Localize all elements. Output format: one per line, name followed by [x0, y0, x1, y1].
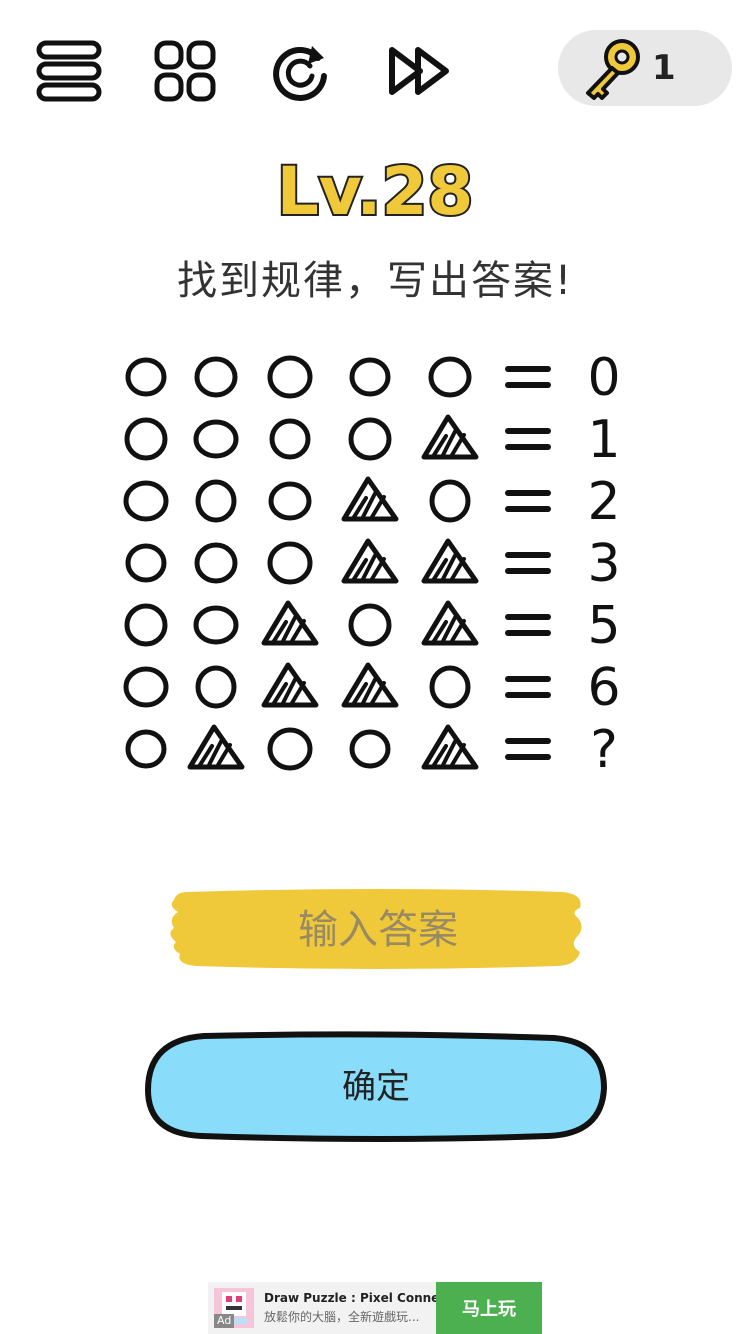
triangle-symbol: [341, 476, 399, 522]
circle-symbol: [429, 479, 471, 523]
equals-sign: [505, 428, 551, 450]
row-result: 3: [587, 534, 620, 594]
circle-symbol: [349, 729, 391, 769]
key-icon: [586, 39, 640, 100]
level-label: Lv.28: [277, 153, 474, 230]
fast-forward-icon: [389, 47, 449, 95]
confirm-button[interactable]: 确定: [144, 1030, 608, 1144]
circle-symbol: [123, 480, 169, 522]
triangle-symbol: [341, 538, 399, 584]
circle-symbol: [195, 665, 237, 709]
circle-symbol: [428, 356, 472, 398]
level-title: Lv.28: [275, 151, 476, 232]
equals-sign: [505, 490, 551, 512]
circle-symbol: [193, 605, 239, 645]
circle-symbol: [349, 357, 391, 397]
circle-symbol: [267, 727, 313, 771]
menu-icon: [36, 40, 102, 102]
puzzle-prompt: 找到规律，写出答案!: [176, 258, 574, 304]
answer-input[interactable]: [196, 898, 560, 962]
triangle-symbol: [187, 724, 245, 770]
triangle-symbol: [341, 662, 399, 708]
keys-count: 1: [652, 48, 676, 88]
equals-sign: [505, 614, 551, 636]
circle-symbol: [267, 541, 313, 585]
circle-symbol: [429, 665, 471, 709]
circle-symbol: [348, 417, 392, 461]
puzzle-grid: 012356?: [123, 348, 621, 780]
circle-symbol: [194, 356, 238, 398]
triangle-symbol: [421, 724, 479, 770]
puzzle-row: ?: [125, 720, 618, 780]
equals-sign: [505, 738, 551, 760]
triangle-symbol: [261, 600, 319, 646]
row-result: 2: [587, 472, 620, 532]
ad-cta-button[interactable]: 马上玩: [436, 1282, 542, 1334]
restart-icon: [273, 46, 327, 101]
row-result: 1: [587, 410, 620, 470]
puzzle-row: 0: [125, 348, 621, 408]
ad-banner[interactable]: Ad Draw Puzzle : Pixel Connec... 放鬆你的大腦，…: [208, 1282, 542, 1334]
row-result: 5: [587, 596, 620, 656]
triangle-symbol: [421, 538, 479, 584]
menu-button[interactable]: [34, 36, 104, 106]
levels-button[interactable]: [150, 36, 220, 106]
triangle-symbol: [261, 662, 319, 708]
circle-symbol: [195, 479, 237, 523]
ad-app-icon: Ad: [214, 1288, 254, 1328]
circle-symbol: [123, 666, 169, 708]
circle-symbol: [124, 603, 168, 647]
row-result: 6: [587, 658, 620, 718]
circle-symbol: [125, 543, 167, 583]
row-result: ?: [590, 720, 618, 780]
grid-icon: [154, 40, 216, 102]
equals-sign: [505, 366, 551, 388]
row-result: 0: [587, 348, 620, 408]
puzzle-row: 5: [124, 596, 621, 656]
ad-description: 放鬆你的大腦，全新遊戲玩...: [264, 1310, 420, 1324]
ad-badge: Ad: [214, 1314, 235, 1328]
triangle-symbol: [421, 600, 479, 646]
circle-symbol: [125, 357, 167, 397]
puzzle-row: 2: [123, 472, 621, 532]
circle-symbol: [269, 418, 311, 460]
confirm-label: 确定: [342, 1067, 410, 1107]
circle-symbol: [268, 481, 312, 521]
answer-field[interactable]: [166, 888, 586, 970]
circle-symbol: [267, 355, 313, 399]
circle-symbol: [194, 542, 238, 584]
circle-symbol: [125, 729, 167, 769]
triangle-symbol: [421, 414, 479, 460]
game-screen: 1 Lv.28 找到规律，写出答案! 012356? 确定 Ad: [0, 0, 750, 1334]
circle-symbol: [193, 419, 239, 459]
puzzle-row: 3: [125, 534, 621, 594]
circle-symbol: [348, 603, 392, 647]
ad-title: Draw Puzzle : Pixel Connec...: [264, 1291, 436, 1305]
equals-sign: [505, 552, 551, 574]
equals-sign: [505, 676, 551, 698]
circle-symbol: [124, 417, 168, 461]
keys-counter[interactable]: 1: [558, 30, 732, 106]
puzzle-row: 1: [124, 410, 621, 470]
puzzle-row: 6: [123, 658, 621, 718]
skip-button[interactable]: [384, 36, 454, 106]
restart-button[interactable]: [266, 36, 336, 106]
